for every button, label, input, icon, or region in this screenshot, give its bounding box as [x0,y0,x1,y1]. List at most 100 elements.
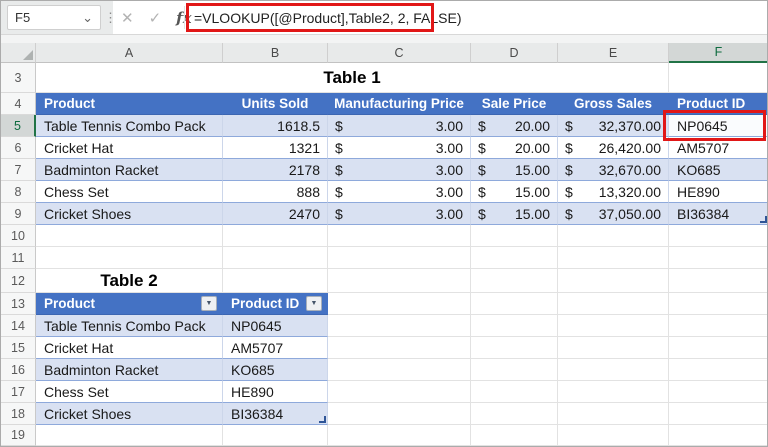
cell-a7[interactable]: Badminton Racket [36,159,223,181]
cell-b5[interactable]: 1618.5 [223,115,328,137]
cell-d8[interactable]: $15.00 [471,181,558,203]
cell[interactable] [36,425,223,446]
cell[interactable] [471,381,558,403]
cell-a18[interactable]: Cricket Shoes [36,403,223,425]
cell[interactable] [223,269,328,293]
cell-a16[interactable]: Badminton Racket [36,359,223,381]
row-header-13[interactable]: 13 [1,293,36,315]
cell[interactable] [471,269,558,293]
cell-e9[interactable]: $37,050.00 [558,203,669,225]
cell-f5-active[interactable]: NP0645 [669,115,767,137]
row-header-8[interactable]: 8 [1,181,36,203]
column-header-c[interactable]: C [328,43,471,63]
cell-b8[interactable]: 888 [223,181,328,203]
cell[interactable] [558,293,669,315]
table2-header-product-id[interactable]: Product ID ▼ [223,293,328,315]
cell[interactable] [558,425,669,446]
cell-b17[interactable]: HE890 [223,381,328,403]
cell[interactable] [328,247,471,269]
more-options-icon[interactable]: ⋮ [104,10,117,26]
cell[interactable] [36,247,223,269]
cell-b16[interactable]: KO685 [223,359,328,381]
cell[interactable] [669,247,767,269]
table1-header-sale-price[interactable]: Sale Price [471,93,558,115]
cell[interactable] [558,225,669,247]
cell[interactable] [471,425,558,446]
row-header-17[interactable]: 17 [1,381,36,403]
cell-a6[interactable]: Cricket Hat [36,137,223,159]
cell[interactable] [558,315,669,337]
cell-c6[interactable]: $3.00 [328,137,471,159]
row-header-14[interactable]: 14 [1,315,36,337]
cell[interactable] [669,403,767,425]
cell[interactable] [471,293,558,315]
cell[interactable] [471,315,558,337]
cell-e7[interactable]: $32,670.00 [558,159,669,181]
cell[interactable] [669,381,767,403]
cell-f7[interactable]: KO685 [669,159,767,181]
table1-title-cell[interactable]: Table 1 [36,63,669,93]
formula-input[interactable]: =VLOOKUP([@Product],Table2, 2, FALSE) [194,1,763,35]
cancel-icon[interactable]: ✕ [121,9,134,27]
cell-b14[interactable]: NP0645 [223,315,328,337]
cell[interactable] [471,225,558,247]
cell-d6[interactable]: $20.00 [471,137,558,159]
table2-resize-handle[interactable] [319,416,326,423]
cell[interactable] [669,315,767,337]
table1-header-product[interactable]: Product [36,93,223,115]
name-box[interactable]: F5 ⌄ [7,5,101,30]
cell[interactable] [558,247,669,269]
cell-e5[interactable]: $32,370.00 [558,115,669,137]
column-header-b[interactable]: B [223,43,328,63]
cell-b18[interactable]: BI36384 [223,403,328,425]
cell-b9[interactable]: 2470 [223,203,328,225]
cell[interactable] [471,403,558,425]
row-header-16[interactable]: 16 [1,359,36,381]
cell[interactable] [669,425,767,446]
cell-f6[interactable]: AM5707 [669,137,767,159]
table1-header-manufacturing-price[interactable]: Manufacturing Price [328,93,471,115]
table1-header-units-sold[interactable]: Units Sold [223,93,328,115]
cell-d7[interactable]: $15.00 [471,159,558,181]
row-header-15[interactable]: 15 [1,337,36,359]
cell-d9[interactable]: $15.00 [471,203,558,225]
cell-f8[interactable]: HE890 [669,181,767,203]
cell[interactable] [669,293,767,315]
row-header-3[interactable]: 3 [1,63,36,93]
cell[interactable] [471,337,558,359]
cell-b6[interactable]: 1321 [223,137,328,159]
cell[interactable] [471,247,558,269]
cell-f9[interactable]: BI36384 [669,203,767,225]
cell[interactable] [223,225,328,247]
cell[interactable] [558,359,669,381]
table1-header-product-id[interactable]: Product ID [669,93,767,115]
row-header-11[interactable]: 11 [1,247,36,269]
cell[interactable] [669,225,767,247]
row-header-9[interactable]: 9 [1,203,36,225]
filter-dropdown-icon[interactable]: ▼ [306,296,322,311]
cell-a15[interactable]: Cricket Hat [36,337,223,359]
cell[interactable] [328,359,471,381]
row-header-4[interactable]: 4 [1,93,36,115]
enter-icon[interactable]: ✓ [149,9,162,27]
cell[interactable] [36,225,223,247]
row-header-12[interactable]: 12 [1,269,36,293]
cell[interactable] [558,403,669,425]
table1-resize-handle[interactable] [760,216,767,223]
cell[interactable] [669,269,767,293]
row-header-7[interactable]: 7 [1,159,36,181]
select-all-button[interactable] [1,43,36,63]
row-header-19[interactable]: 19 [1,425,36,446]
column-header-e[interactable]: E [558,43,669,63]
cell-c9[interactable]: $3.00 [328,203,471,225]
cell[interactable] [471,359,558,381]
cell-e8[interactable]: $13,320.00 [558,181,669,203]
cell-d5[interactable]: $20.00 [471,115,558,137]
row-header-6[interactable]: 6 [1,137,36,159]
chevron-down-icon[interactable]: ⌄ [82,11,93,24]
column-header-f-selected[interactable]: F [669,43,767,63]
cell-e6[interactable]: $26,420.00 [558,137,669,159]
cell[interactable] [669,337,767,359]
row-header-18[interactable]: 18 [1,403,36,425]
cell-c8[interactable]: $3.00 [328,181,471,203]
